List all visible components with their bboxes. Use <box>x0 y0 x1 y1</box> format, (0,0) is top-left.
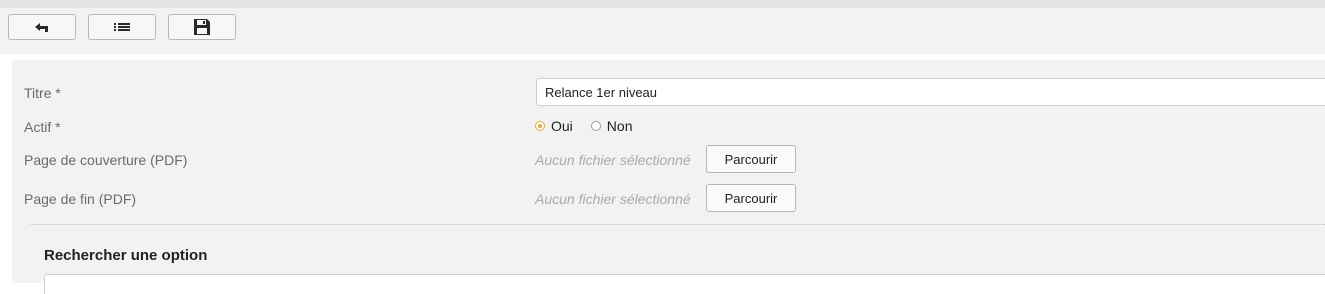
search-option-title: Rechercher une option <box>44 247 208 264</box>
radio-unchecked-icon <box>590 121 601 131</box>
actif-label: Actif * <box>24 119 61 135</box>
titre-input[interactable] <box>536 78 1325 106</box>
search-option-input[interactable] <box>44 274 1325 294</box>
actif-non-label: Non <box>606 118 633 134</box>
page-fin-label: Page de fin (PDF) <box>24 191 137 207</box>
save-button[interactable] <box>168 14 236 40</box>
actif-oui-label: Oui <box>551 118 573 134</box>
section-divider <box>30 224 1325 225</box>
page-fin-file-status: Aucun fichier sélectionné <box>535 191 691 207</box>
page-fin-browse-button[interactable]: Parcourir <box>706 184 796 212</box>
page-couverture-browse-button[interactable]: Parcourir <box>706 145 796 173</box>
back-arrow-icon <box>33 21 51 33</box>
radio-checked-icon <box>535 121 545 131</box>
list-icon <box>113 21 131 33</box>
actif-non-radio[interactable]: Non <box>590 118 633 134</box>
actif-radio-group: Oui Non <box>535 118 650 134</box>
titre-label: Titre * <box>24 85 61 101</box>
form-panel: Titre * Actif * Oui Non Page de couvertu… <box>12 60 1325 294</box>
page-couverture-label: Page de couverture (PDF) <box>24 152 188 168</box>
actif-oui-radio[interactable]: Oui <box>535 118 573 134</box>
back-button[interactable] <box>8 14 76 40</box>
top-strip <box>0 0 1325 8</box>
list-button[interactable] <box>88 14 156 40</box>
save-disk-icon <box>193 18 211 36</box>
toolbar <box>0 8 1325 54</box>
page-couverture-file-status: Aucun fichier sélectionné <box>535 152 691 168</box>
